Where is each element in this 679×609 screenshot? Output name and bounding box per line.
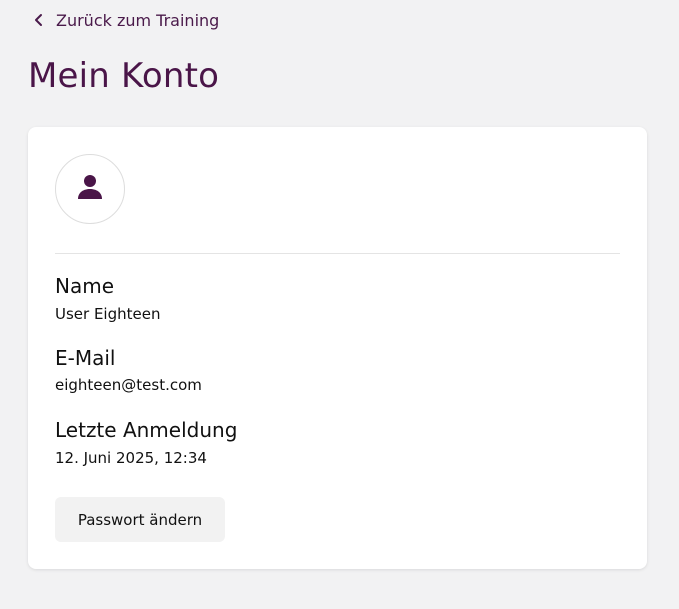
email-value: eighteen@test.com: [55, 376, 202, 394]
user-icon: [75, 172, 105, 206]
account-card: Name User Eighteen E-Mail eighteen@test.…: [28, 127, 647, 569]
chevron-left-icon: [32, 13, 46, 27]
name-value: User Eighteen: [55, 305, 161, 323]
divider: [55, 253, 620, 254]
back-to-training-link[interactable]: Zurück zum Training: [32, 8, 219, 32]
avatar: [55, 154, 125, 224]
last-login-value: 12. Juni 2025, 12:34: [55, 449, 207, 467]
email-label: E-Mail: [55, 346, 116, 370]
name-label: Name: [55, 274, 115, 298]
last-login-label: Letzte Anmeldung: [55, 418, 238, 442]
page-title: Mein Konto: [28, 56, 220, 96]
change-password-button[interactable]: Passwort ändern: [55, 497, 225, 542]
back-link-label: Zurück zum Training: [56, 10, 220, 30]
